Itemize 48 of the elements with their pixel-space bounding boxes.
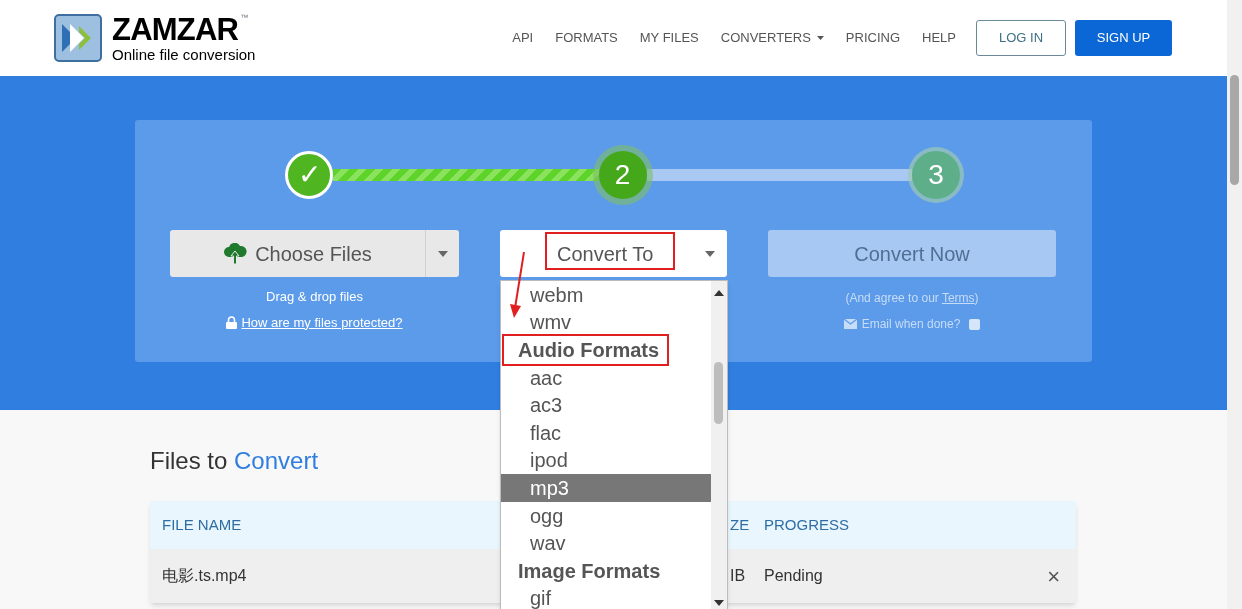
format-option[interactable]: flac xyxy=(501,418,711,447)
format-option[interactable]: wav xyxy=(501,529,711,557)
column-header: FILE NAME xyxy=(162,514,242,535)
column-header: PROGRESS xyxy=(764,514,850,535)
remove-button[interactable]: × xyxy=(1047,559,1060,593)
trademark-mark: ™ xyxy=(240,14,249,22)
envelope-icon xyxy=(843,319,857,329)
format-option[interactable]: aac xyxy=(501,363,711,392)
logo-icon xyxy=(54,14,102,62)
logo-title: ZAMZAR xyxy=(112,14,239,45)
table-cell-text: IB xyxy=(730,566,747,586)
logo-subtitle: Online file conversion xyxy=(112,47,256,62)
format-option[interactable]: ogg xyxy=(501,501,711,530)
nav-link[interactable]: MY FILES xyxy=(639,28,699,48)
table-cell-text: 电影.ts.mp4 xyxy=(162,566,247,586)
nav-dropdown-link[interactable]: CONVERTERS xyxy=(720,28,824,48)
nav-link[interactable]: FORMATS xyxy=(555,28,618,48)
caret-icon xyxy=(705,250,715,257)
choose-files-button[interactable]: Choose Files xyxy=(170,230,459,277)
lock-icon xyxy=(226,315,238,329)
signup-button[interactable]: SIGN UP xyxy=(1075,20,1172,56)
terms-note: (And agree to our Terms) xyxy=(845,290,979,307)
option-group-label: Audio Formats xyxy=(518,340,660,360)
format-option[interactable]: ac3 xyxy=(501,391,711,419)
format-option[interactable]: mp3 xyxy=(501,474,711,502)
option-group-label: Image Formats xyxy=(518,560,661,581)
format-option[interactable]: wmv xyxy=(501,308,711,337)
format-option[interactable]: gif xyxy=(501,584,711,609)
scrollbar-thumb[interactable] xyxy=(714,362,723,424)
pointer-arrow xyxy=(508,252,526,318)
drag-drop-hint: Drag & drop files xyxy=(266,288,363,306)
column-header: ZE xyxy=(730,514,751,535)
login-button[interactable]: LOG IN xyxy=(976,20,1066,56)
nav-link[interactable]: HELP xyxy=(922,28,956,48)
convert-to-dropdown[interactable]: Convert To xyxy=(500,230,727,277)
caret-icon xyxy=(437,250,448,257)
scroll-down-icon[interactable] xyxy=(714,600,724,606)
table-cell-text: Pending xyxy=(764,566,823,586)
scroll-up-icon[interactable] xyxy=(714,290,724,296)
scrollbar-thumb[interactable] xyxy=(1230,75,1239,185)
format-option[interactable]: ipod xyxy=(501,446,711,475)
email-label: Email when done? xyxy=(861,316,961,333)
cloud-upload-icon xyxy=(223,242,248,265)
caret-icon xyxy=(816,36,824,40)
nav-link[interactable]: API xyxy=(512,28,534,48)
section-title: Files to Convert xyxy=(150,446,319,476)
nav-link[interactable]: PRICING xyxy=(845,28,901,48)
format-option[interactable]: webm xyxy=(501,281,711,309)
